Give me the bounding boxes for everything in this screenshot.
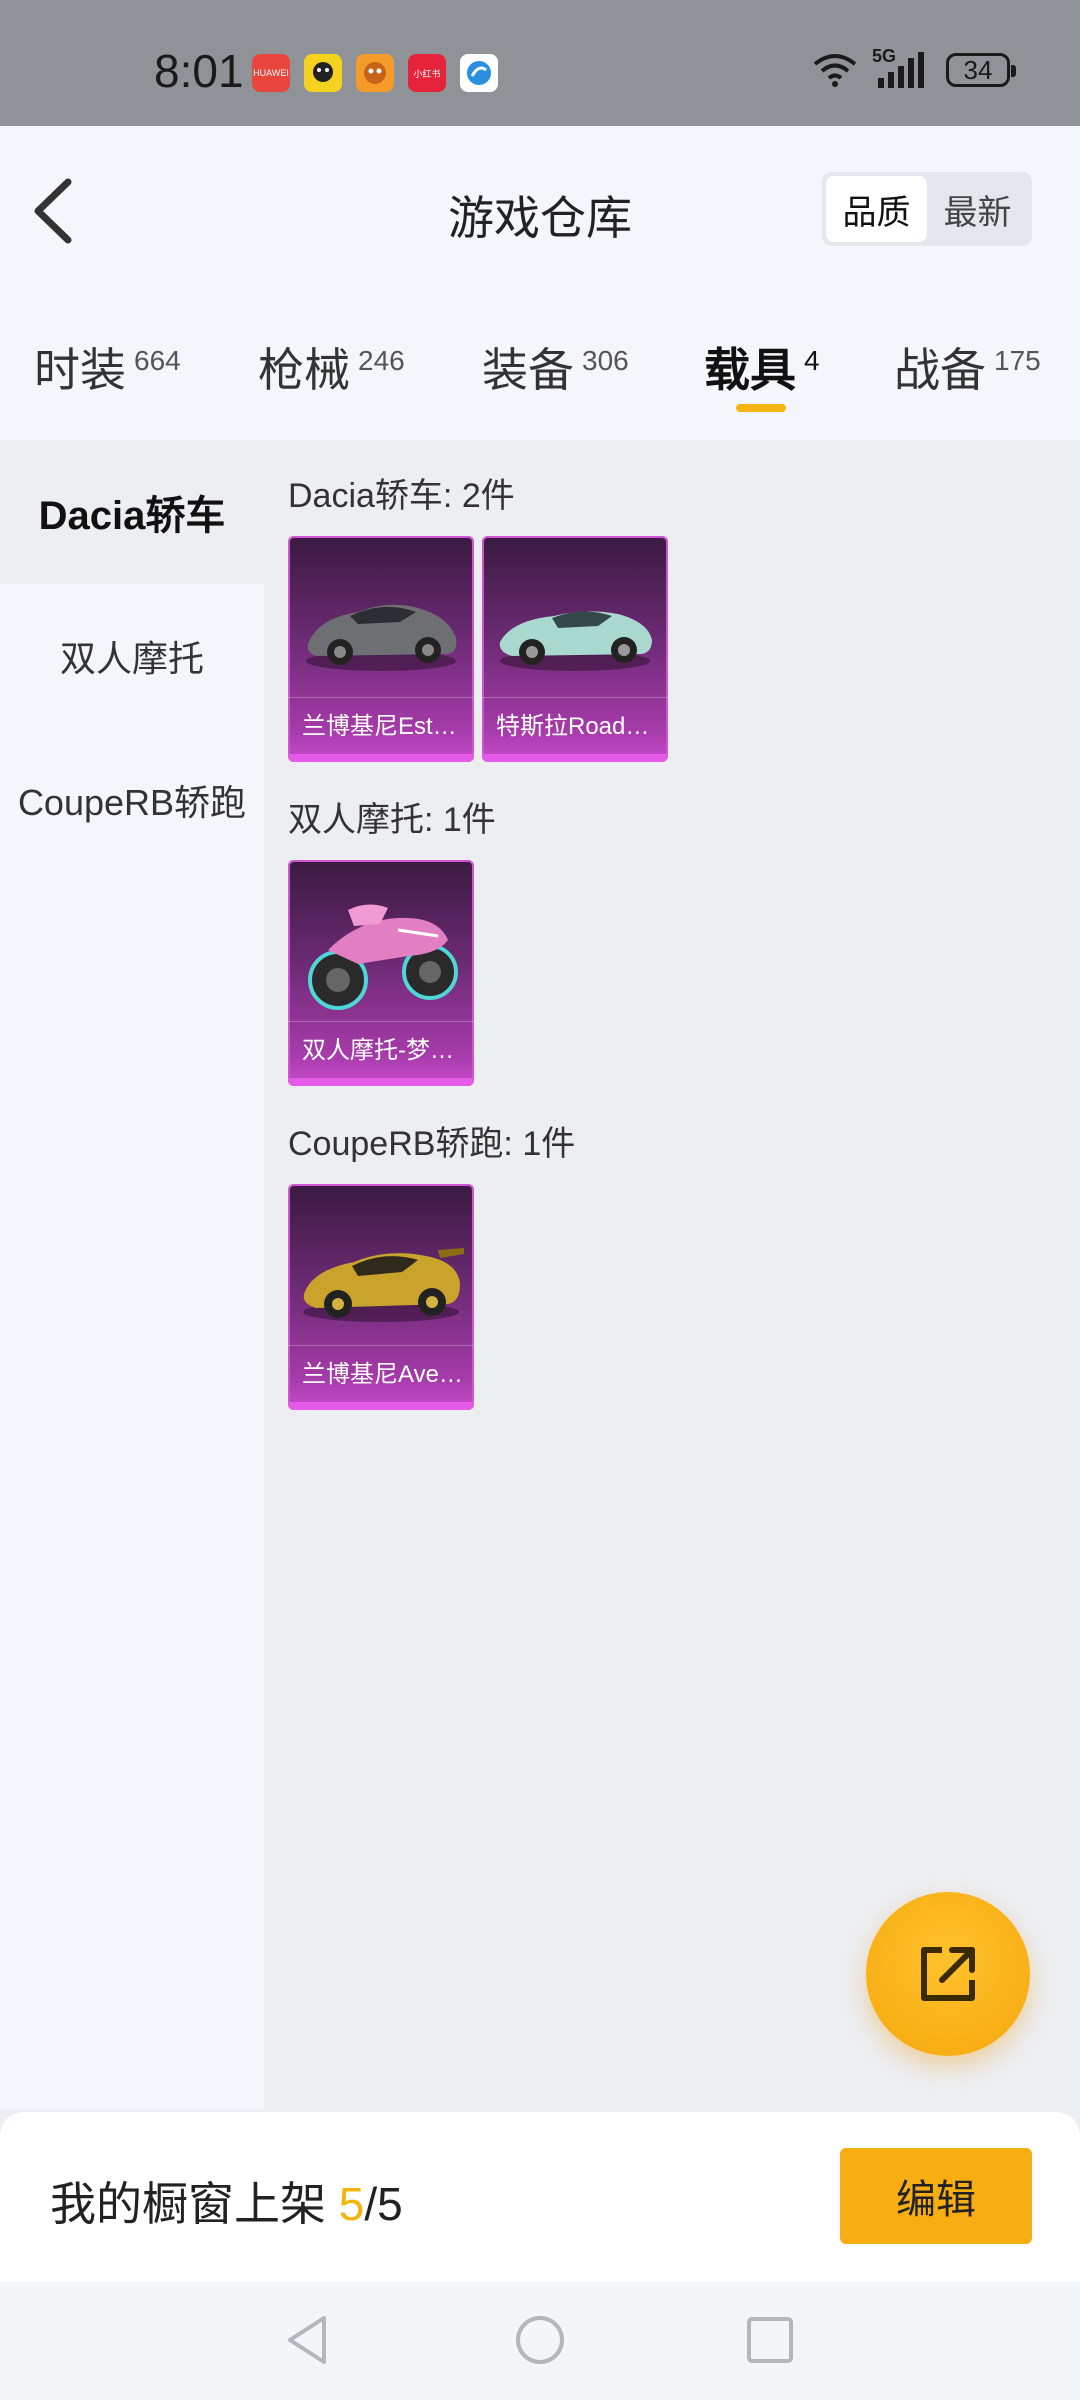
gold-sports-car-image <box>303 1248 464 1322</box>
showcase-label: 我的橱窗上架 <box>50 2178 326 2230</box>
section-title: Dacia轿车: 2件 <box>288 477 515 515</box>
sort-quality-option[interactable]: 品质 <box>826 176 927 242</box>
battery-indicator: 34 <box>946 53 1016 87</box>
signal-icon <box>878 52 924 88</box>
section-title: 双人摩托: 1件 <box>288 801 496 839</box>
blue-app-icon <box>460 54 498 92</box>
tab-equipment[interactable]: 装备 306 <box>482 334 629 400</box>
vehicle-card[interactable]: 兰博基尼Ave… <box>288 1184 474 1410</box>
tab-count: 306 <box>582 344 629 376</box>
pink-motorcycle-image <box>308 904 458 1010</box>
tab-count: 175 <box>994 344 1041 376</box>
rarity-bar <box>482 754 668 762</box>
tab-combat-gear[interactable]: 战备 175 <box>894 334 1041 400</box>
rarity-bar <box>288 754 474 762</box>
edit-button[interactable]: 编辑 <box>840 2148 1032 2244</box>
status-bar: 8:01 HUAWEI 小红书 5G 34 <box>0 0 1080 126</box>
status-time: 8:01 <box>154 45 244 97</box>
sidebar-item-couperb[interactable]: CoupeRB轿跑 <box>0 728 264 872</box>
sort-toggle: 品质 最新 <box>822 172 1032 246</box>
tab-count: 664 <box>134 344 181 376</box>
status-indicators: 5G 34 <box>812 46 1016 90</box>
rarity-bar <box>288 1402 474 1410</box>
vehicle-card-label: 双人摩托-梦… <box>288 1021 474 1072</box>
showcase-total: /5 <box>364 2178 403 2230</box>
vehicle-card-label: 兰博基尼Est… <box>288 697 474 748</box>
nav-home-icon[interactable] <box>510 2310 570 2370</box>
yellow-app-icon <box>304 54 342 92</box>
vehicle-card-label: 兰博基尼Ave… <box>288 1345 474 1396</box>
huawei-app-icon: HUAWEI <box>252 54 290 92</box>
nav-back-icon[interactable] <box>278 2310 338 2370</box>
tab-label: 装备 <box>482 344 574 396</box>
showcase-bar: 我的橱窗上架 5/5 编辑 <box>0 2112 1080 2282</box>
section-title: CoupeRB轿跑: 1件 <box>288 1125 576 1163</box>
tab-vehicles[interactable]: 载具 4 <box>704 334 820 400</box>
xiaohongshu-app-icon: 小红书 <box>408 54 446 92</box>
active-tab-indicator <box>736 404 786 412</box>
sidebar-item-dacia[interactable]: Dacia轿车 <box>0 440 264 584</box>
page-header: 游戏仓库 品质 最新 <box>0 126 1080 276</box>
sidebar-item-motorcycle[interactable]: 双人摩托 <box>0 584 264 728</box>
system-nav-bar <box>0 2282 1080 2400</box>
orange-app-icon <box>356 54 394 92</box>
tab-label: 载具 <box>704 344 796 396</box>
tab-label: 战备 <box>894 344 986 396</box>
vehicle-card[interactable]: 双人摩托-梦… <box>288 860 474 1086</box>
vehicle-card[interactable]: 特斯拉Road… <box>482 536 668 762</box>
tab-count: 4 <box>804 344 820 376</box>
signal-indicator: 5G <box>872 46 932 90</box>
mint-roadster-car-image <box>499 611 652 671</box>
share-external-icon <box>921 1947 975 2001</box>
share-fab-button[interactable] <box>866 1892 1030 2056</box>
vehicle-card-label: 特斯拉Road… <box>482 697 668 748</box>
tab-count: 246 <box>358 344 405 376</box>
showcase-status: 我的橱窗上架 5/5 <box>50 2168 403 2234</box>
sort-newest-option[interactable]: 最新 <box>927 176 1028 242</box>
vehicle-card[interactable]: 兰博基尼Est… <box>288 536 474 762</box>
tab-fashion[interactable]: 时装 664 <box>34 334 181 400</box>
showcase-count: 5 <box>338 2178 365 2230</box>
vehicle-list: Dacia轿车: 2件 兰博基尼Est… 特斯拉Road… 双人摩托: 1件 双… <box>264 440 1080 2110</box>
tab-guns[interactable]: 枪械 246 <box>258 334 405 400</box>
category-tabs: 时装 664 枪械 246 装备 306 载具 4 战备 175 <box>0 276 1080 440</box>
notification-app-icons: HUAWEI 小红书 <box>252 54 498 92</box>
tab-label: 枪械 <box>258 344 350 396</box>
tab-label: 时装 <box>34 344 126 396</box>
nav-recents-icon[interactable] <box>740 2310 800 2370</box>
vehicle-category-sidebar: Dacia轿车 双人摩托 CoupeRB轿跑 <box>0 440 264 2110</box>
wifi-icon <box>813 54 857 87</box>
rarity-bar <box>288 1078 474 1086</box>
grey-sports-car-image <box>306 604 457 671</box>
